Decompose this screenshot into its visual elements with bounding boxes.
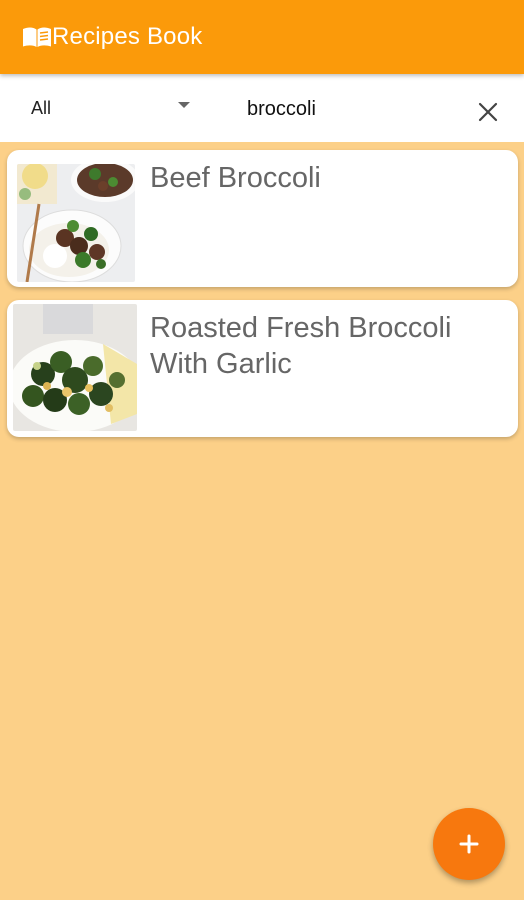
app-bar: Recipes Book (0, 0, 524, 74)
recipe-title: Beef Broccoli (150, 162, 321, 194)
search-input[interactable] (247, 94, 457, 124)
open-book-icon (22, 26, 52, 48)
dropdown-arrow-icon (178, 102, 190, 108)
app-title: Recipes Book (52, 23, 203, 50)
recipe-card-roasted-broccoli[interactable]: Roasted Fresh Broccoli With Garlic (7, 300, 518, 437)
category-value: All (31, 97, 52, 118)
clear-search-button[interactable] (470, 94, 506, 130)
filter-bar: All (0, 74, 524, 142)
recipe-title: Roasted Fresh Broccoli With Garlic (150, 312, 452, 380)
plus-icon (459, 834, 479, 854)
close-icon (478, 102, 498, 122)
recipe-image-roasted-broccoli (13, 304, 137, 431)
recipe-list: Beef Broccoli Roasted Fresh Broccoli Wit… (7, 150, 518, 450)
add-recipe-button[interactable] (433, 808, 505, 880)
recipe-card-beef-broccoli[interactable]: Beef Broccoli (7, 150, 518, 287)
recipe-image-beef-broccoli (17, 164, 135, 282)
category-dropdown[interactable]: All (18, 88, 200, 128)
